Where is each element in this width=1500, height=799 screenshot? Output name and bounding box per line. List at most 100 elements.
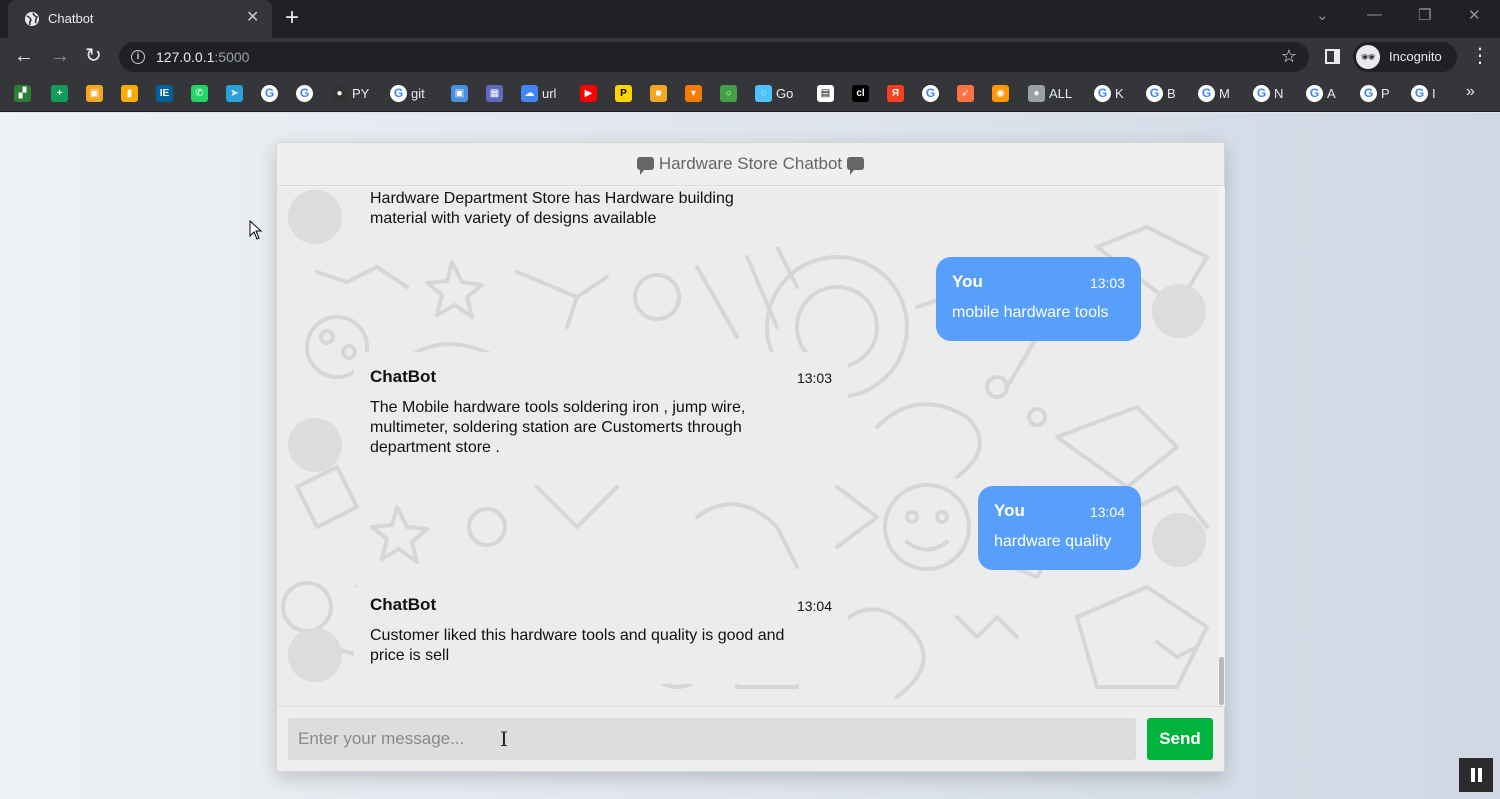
- message-time: 13:03: [1089, 275, 1125, 291]
- bookmark-item[interactable]: G: [296, 84, 317, 102]
- page-viewport: Hardware Store Chatbot Hardware Departme…: [0, 113, 1500, 799]
- ieee-icon: IE: [156, 84, 173, 102]
- bookmark-item[interactable]: ▤: [817, 84, 838, 102]
- bot-avatar: [288, 418, 342, 472]
- bookmark-item[interactable]: ● ALL: [1028, 84, 1072, 102]
- message-list[interactable]: Hardware Department Store has Hardware b…: [277, 187, 1218, 706]
- bookmark-item[interactable]: ▦: [486, 84, 507, 102]
- side-panel-icon[interactable]: [1325, 49, 1340, 64]
- bookmark-item[interactable]: GP: [1360, 84, 1390, 102]
- bookmark-item[interactable]: GA: [1306, 84, 1336, 102]
- message-text: department store .: [370, 439, 500, 456]
- browser-toolbar: ← → ↻ i 127.0.0.1:5000 ☆ 🕶 Incognito ⋮: [0, 38, 1500, 76]
- google-icon: G: [296, 84, 313, 102]
- telegram-icon: ➤: [226, 84, 243, 102]
- bar-chart-icon: ▮: [121, 84, 138, 102]
- bookmark-item[interactable]: ◉: [992, 84, 1013, 102]
- bookmark-item[interactable]: ✆: [191, 84, 212, 102]
- bookmark-item[interactable]: ▣: [86, 84, 107, 102]
- chat-bubble-icon: [636, 157, 654, 175]
- incognito-badge[interactable]: 🕶 Incognito: [1353, 42, 1457, 72]
- message-text: Hardware Department Store has Hardware b…: [370, 190, 734, 207]
- bookmark-label: Go: [776, 85, 794, 101]
- restore-icon[interactable]: ❐: [1418, 6, 1431, 24]
- bookmark-item[interactable]: ○: [720, 84, 741, 102]
- google-icon: G: [1094, 84, 1111, 102]
- cloud-icon: ☁: [521, 84, 538, 102]
- more-bookmarks-icon[interactable]: »: [1466, 83, 1475, 101]
- user-message: You 13:04 hardware quality: [978, 486, 1141, 570]
- bookmark-item[interactable]: ▣: [451, 84, 472, 102]
- bot-message: ChatBot 13:04 Customer liked this hardware…: [354, 580, 848, 684]
- bookmark-item[interactable]: ▞: [14, 84, 35, 102]
- bookmark-item[interactable]: ▮: [121, 84, 142, 102]
- bookmark-item[interactable]: Ggit: [390, 84, 425, 102]
- arrow-icon: ➶: [957, 84, 974, 102]
- google-icon: G: [1146, 84, 1163, 102]
- cl-icon: cl: [852, 84, 869, 102]
- address-bar[interactable]: i 127.0.0.1:5000 ☆: [119, 42, 1309, 72]
- doc-icon: ▤: [817, 84, 834, 102]
- bookmark-item[interactable]: GB: [1146, 84, 1176, 102]
- tab-close-icon[interactable]: ✕: [246, 9, 259, 27]
- message-sender: ChatBot: [370, 367, 437, 386]
- back-icon[interactable]: ←: [14, 44, 34, 68]
- bookmark-label: P: [1381, 85, 1390, 101]
- bot-message: ChatBot 13:03 The Mobile hardware tools so…: [354, 352, 848, 474]
- bookmarks-bar: » ▞ + ▣ ▮ IE ✆ ➤ G G ● PY Ggit ▣ ▦ ☁ url ▶ P ■ ▾ ○ ◌ Go ▤ cl Я G ➶ ◉…: [0, 76, 1500, 112]
- site-info-icon[interactable]: i: [131, 50, 145, 64]
- bookmark-item[interactable]: ➶: [957, 84, 978, 102]
- bookmark-item[interactable]: GN: [1253, 84, 1283, 102]
- bookmark-item[interactable]: ● PY: [331, 84, 369, 102]
- bookmark-item[interactable]: ☁ url: [521, 84, 556, 102]
- bookmark-item[interactable]: GI: [1411, 84, 1436, 102]
- bookmark-item[interactable]: GK: [1094, 84, 1124, 102]
- message-time: 13:03: [796, 370, 832, 386]
- tab-search-icon[interactable]: ⌄: [1316, 6, 1329, 24]
- eye-icon: ◉: [992, 84, 1009, 102]
- bookmark-item[interactable]: G: [922, 84, 943, 102]
- send-button[interactable]: Send: [1147, 718, 1213, 760]
- bookmark-item[interactable]: IE: [156, 84, 177, 102]
- browser-tab[interactable]: Chatbot ✕: [8, 0, 272, 38]
- bookmark-item[interactable]: ■: [650, 84, 671, 102]
- message-input-area: I Send: [277, 706, 1224, 771]
- url-text[interactable]: 127.0.0.1:5000: [156, 49, 249, 65]
- bookmark-item[interactable]: ▾: [685, 84, 706, 102]
- bookmark-star-icon[interactable]: ☆: [1281, 46, 1297, 67]
- message-sender: ChatBot: [370, 595, 437, 614]
- globe-icon: [25, 12, 39, 26]
- google-icon: G: [1306, 84, 1323, 102]
- bookmark-item[interactable]: ◌ Go: [755, 84, 793, 102]
- window-icon: ▣: [451, 84, 468, 102]
- forward-icon[interactable]: →: [50, 44, 70, 68]
- message-input[interactable]: [288, 718, 1136, 760]
- bookmark-item[interactable]: G: [261, 84, 282, 102]
- bookmark-label: I: [1432, 85, 1436, 101]
- google-icon: G: [390, 84, 407, 102]
- minimize-icon[interactable]: —: [1367, 6, 1382, 23]
- google-icon: G: [1198, 84, 1215, 102]
- bookmark-item[interactable]: GM: [1198, 84, 1230, 102]
- bookmark-item[interactable]: Я: [887, 84, 908, 102]
- sheets-plus-icon: +: [51, 84, 68, 102]
- message-time: 13:04: [796, 598, 832, 614]
- bookmark-label: ALL: [1049, 85, 1073, 101]
- bookmark-item[interactable]: P: [615, 84, 636, 102]
- close-window-icon[interactable]: ✕: [1468, 6, 1481, 24]
- bookmark-item[interactable]: cl: [852, 84, 873, 102]
- pause-icon[interactable]: [1459, 758, 1493, 792]
- scroll-thumb[interactable]: [1219, 657, 1224, 705]
- bookmark-item[interactable]: ➤: [226, 84, 247, 102]
- new-tab-button[interactable]: +: [285, 5, 299, 31]
- bookmark-label: B: [1167, 85, 1176, 101]
- bookmark-item[interactable]: +: [51, 84, 72, 102]
- menu-kebab-icon[interactable]: ⋮: [1470, 44, 1490, 68]
- circle-icon: ○: [720, 84, 737, 102]
- chat-scrollbar[interactable]: [1218, 187, 1225, 706]
- user-message: You 13:03 mobile hardware tools: [936, 257, 1141, 341]
- bookmark-item[interactable]: ▶: [580, 84, 601, 102]
- reload-icon[interactable]: ↻: [85, 44, 102, 68]
- google-icon: G: [922, 84, 939, 102]
- camera-icon: ■: [650, 84, 667, 102]
